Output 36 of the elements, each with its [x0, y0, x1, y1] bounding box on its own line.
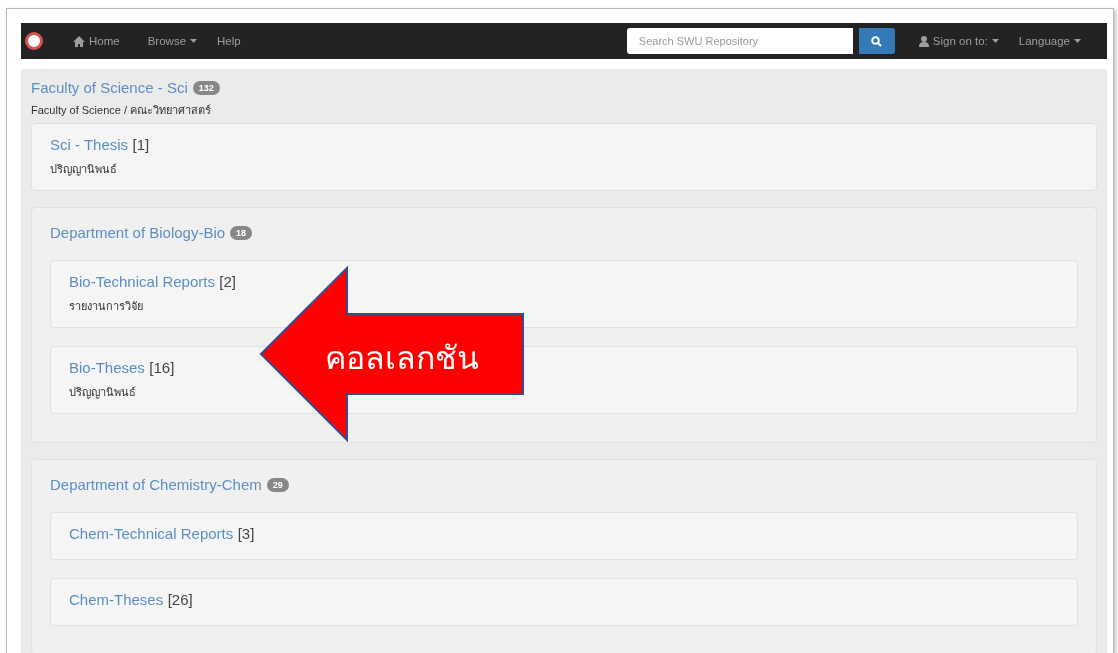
community-title[interactable]: Faculty of Science - Sci: [31, 79, 188, 96]
collection-link[interactable]: Chem-Theses: [69, 591, 164, 608]
nav-link[interactable]: Browse: [147, 35, 187, 47]
search-button[interactable]: [858, 28, 895, 54]
search-field[interactable]: Search SWU Repository: [626, 28, 853, 54]
collection-link[interactable]: Chem-Technical Reports: [69, 525, 234, 542]
nav-link[interactable]: Language: [1018, 35, 1070, 47]
collection-link[interactable]: Bio-Theses: [69, 359, 145, 376]
nav-link[interactable]: Home: [89, 35, 120, 47]
user-icon: [918, 35, 929, 47]
annotation-label: คอลเลกชัน: [325, 338, 479, 379]
collection-link[interactable]: Sci - Thesis: [50, 136, 129, 153]
collection-link[interactable]: Bio-Technical Reports: [69, 273, 215, 290]
item-count: [1]: [132, 136, 150, 153]
item-count: [2]: [219, 273, 237, 290]
nav-link[interactable]: Sign on to:: [932, 35, 988, 47]
count-badge: 29: [266, 478, 289, 492]
community-description: Faculty of Science / คณะวิทยาศาสตร์: [31, 103, 213, 118]
search-icon: [871, 35, 883, 47]
item-count: [3]: [237, 525, 255, 542]
nav-link[interactable]: Help: [217, 35, 241, 47]
count-badge: 18: [230, 226, 253, 240]
caret-icon: [190, 39, 198, 43]
item-count: [26]: [167, 591, 193, 608]
subcommunity-title[interactable]: Department of Chemistry-Chem: [50, 476, 262, 493]
logo-icon: [25, 32, 43, 50]
collection-description: รายงานการวิจัย: [69, 299, 144, 314]
item-count: [16]: [149, 359, 175, 376]
collection-description: ปริญญานิพนธ์: [69, 385, 137, 401]
caret-icon: [991, 39, 999, 43]
collection-description: ปริญญานิพนธ์: [50, 162, 118, 178]
count-badge: 132: [192, 81, 220, 95]
subcommunity-title[interactable]: Department of Biology-Bio: [50, 224, 226, 241]
caret-icon: [1074, 39, 1081, 43]
arrow-icon: [259, 266, 525, 442]
home-icon: [73, 35, 85, 47]
